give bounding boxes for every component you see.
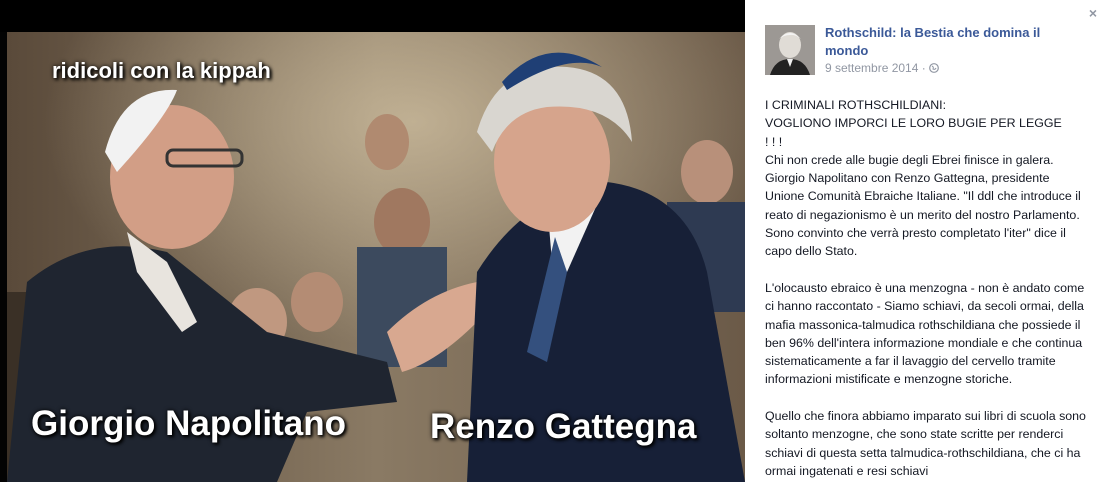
post-date[interactable]: 9 settembre 2014 <box>825 61 918 75</box>
photo-caption-left: Giorgio Napolitano <box>31 404 346 443</box>
page-name-link[interactable]: Rothschild: la Bestia che domina il mond… <box>825 24 1075 60</box>
globe-icon <box>929 62 939 73</box>
photo-viewer: ridicoli con la kippah Giorgio Napolitan… <box>0 0 745 482</box>
post-body-text: I CRIMINALI ROTHSCHILDIANI: VOGLIONO IMP… <box>765 98 1086 478</box>
meta-separator: · <box>921 61 926 75</box>
post-panel: × Rothschild: la Bestia che domina il mo… <box>745 0 1105 482</box>
avatar[interactable] <box>765 25 815 75</box>
photo-caption-right: Renzo Gattegna <box>430 407 697 446</box>
close-icon[interactable]: × <box>1089 5 1097 21</box>
post-meta: 9 settembre 2014 · <box>825 61 939 75</box>
photo-caption-top: ridicoli con la kippah <box>52 58 271 83</box>
photo-top-bar <box>0 0 745 32</box>
